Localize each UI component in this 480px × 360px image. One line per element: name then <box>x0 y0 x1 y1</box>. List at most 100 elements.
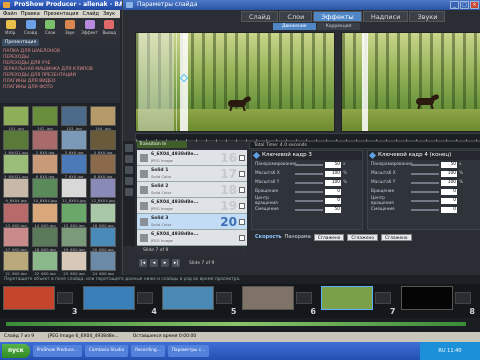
thumbnail[interactable]: 20_6X0.jpg <box>90 226 116 252</box>
param-slider[interactable] <box>411 181 439 184</box>
layer-visible-checkbox[interactable] <box>239 187 245 193</box>
param-value-input[interactable]: 50 <box>325 206 341 213</box>
subtab-1[interactable]: Коррекция <box>316 23 361 30</box>
add-layer-icon[interactable] <box>125 144 133 152</box>
layer-row[interactable]: 6_6X04_4938d8e... JPEG Image <box>137 230 247 246</box>
param-value-input[interactable]: 100 <box>325 170 341 177</box>
thumbnail[interactable]: 102 .jpg <box>32 106 58 131</box>
menu-edit[interactable]: Правка <box>21 10 40 18</box>
layer-visible-checkbox[interactable] <box>239 219 245 225</box>
transition-icon[interactable] <box>375 292 391 304</box>
tab-4[interactable]: Звуки <box>409 11 446 22</box>
layer-up-icon[interactable] <box>125 166 133 174</box>
storyboard-slide[interactable]: 4Slide 4 <box>82 286 160 323</box>
layer-row[interactable]: 6_6X04_4938d8e... JPEG Image 16 <box>137 150 247 166</box>
param-slider[interactable] <box>295 208 323 211</box>
toolbar-button[interactable]: Эффект <box>81 20 99 36</box>
param-slider[interactable] <box>411 199 439 202</box>
toolbar-button[interactable]: Вывод <box>100 20 118 36</box>
param-slider[interactable] <box>295 199 323 202</box>
thumbnail[interactable]: 14_6X0.jpg <box>32 202 58 228</box>
toolbar-button[interactable]: Звук <box>61 20 79 36</box>
param-slider[interactable] <box>295 172 323 175</box>
toolbar-button[interactable]: Избр. <box>2 20 20 36</box>
first-slide-icon[interactable]: |◂ <box>139 259 147 267</box>
param-value-input[interactable]: 0 <box>325 197 341 204</box>
rotate-speed-select[interactable]: Сглажено <box>380 233 412 241</box>
thumbnail[interactable]: 9_6X04.jpg <box>3 178 29 203</box>
param-value-input[interactable]: 0 <box>441 197 457 204</box>
task-camtasia[interactable]: Camtasia Studio <box>84 345 129 357</box>
thumbnail[interactable]: 12_6X04.jpg <box>90 178 116 203</box>
layer-row[interactable]: Solid 2 Solid Color 18 <box>137 182 247 198</box>
param-slider[interactable] <box>295 181 323 184</box>
thumbnail[interactable]: 22_6X0.jpg <box>32 250 58 276</box>
layer-down-icon[interactable] <box>125 177 133 185</box>
thumbnail[interactable]: 7_6X0.jpg <box>61 154 87 179</box>
thumbnail[interactable]: 15_6X0.jpg <box>61 202 87 228</box>
toolbar-button[interactable]: Слои <box>41 20 59 36</box>
menu-show[interactable]: Презентация <box>44 10 79 18</box>
thumbnail[interactable]: 3_6X0.jpg <box>61 130 87 155</box>
storyboard-slide[interactable]: 6Slide 6 <box>241 286 319 323</box>
keyframe-preview-start[interactable] <box>135 32 335 132</box>
thumbnail[interactable]: 17_6X0.jpg <box>3 226 29 252</box>
layer-row[interactable]: 6_6X04_4938d8e... JPEG Image 19 <box>137 198 247 214</box>
tab-1[interactable]: Слои <box>279 11 313 22</box>
thumbnail[interactable]: 103 .jpg <box>61 106 87 131</box>
thumbnail[interactable]: 19_6X0.jpg <box>61 226 87 252</box>
param-slider[interactable] <box>295 190 323 193</box>
toolbar-button[interactable]: Слайд <box>22 20 40 36</box>
maximize-button[interactable]: □ <box>460 1 469 9</box>
storyboard-slide[interactable]: 3Slide 3 <box>3 286 80 323</box>
layer-visible-checkbox[interactable] <box>239 235 245 241</box>
thumbnail[interactable]: 101 .jpg <box>3 106 29 131</box>
pan-speed-select[interactable]: Сглажено <box>313 233 345 241</box>
param-value-input[interactable]: 100 <box>441 170 457 177</box>
play-icon[interactable]: ▸ <box>161 259 169 267</box>
storyboard-slide[interactable]: 7Slide 7 <box>321 286 398 323</box>
thumbnail[interactable]: 21_6X0.jpg <box>3 250 29 276</box>
keyframe-preview-end[interactable] <box>341 32 480 132</box>
transition-icon[interactable] <box>57 292 73 304</box>
param-value-input[interactable]: 0 <box>325 188 341 195</box>
thumbnail[interactable]: 5_6X021.jpg <box>3 154 29 179</box>
param-value-input[interactable]: 100 <box>441 179 457 186</box>
layer-row[interactable]: Solid 3 Solid Color 20 <box>137 214 247 230</box>
transition-icon[interactable] <box>216 292 232 304</box>
thumbnail[interactable]: 13_6X0.jpg <box>3 202 29 228</box>
thumbnail[interactable]: 2_6X0.jpg <box>32 130 58 155</box>
transition-icon[interactable] <box>454 292 471 304</box>
tab-2[interactable]: Эффекты <box>313 11 362 22</box>
thumbnail[interactable]: 16_6X0.jpg <box>90 202 116 228</box>
soundtrack-track[interactable] <box>0 318 480 332</box>
layer-settings-icon[interactable] <box>125 188 133 196</box>
tab-0[interactable]: Слайд <box>241 11 279 22</box>
transition-icon[interactable] <box>295 292 312 304</box>
tab-show[interactable]: Презентация <box>2 39 40 46</box>
param-slider[interactable] <box>411 190 439 193</box>
thumbnail[interactable]: 1_6X021.jpg <box>3 130 29 155</box>
thumbnail[interactable]: 11_6X04.jpg <box>61 178 87 203</box>
tab-3[interactable]: Надписи <box>362 11 409 22</box>
next-slide-icon[interactable]: ▸| <box>172 259 180 267</box>
param-value-input[interactable]: 50 <box>441 161 457 168</box>
thumbnail[interactable]: 4_6X0.jpg <box>90 130 116 155</box>
param-value-input[interactable]: 0 <box>441 206 457 213</box>
subtab-0[interactable]: Движение <box>273 23 316 30</box>
param-slider[interactable] <box>411 163 439 166</box>
menu-slide[interactable]: Слайд <box>83 10 99 18</box>
layer-row[interactable]: Solid 1 Solid Color 17 <box>137 166 247 182</box>
param-slider[interactable] <box>411 208 439 211</box>
param-slider[interactable] <box>411 172 439 175</box>
thumbnail[interactable]: 8_6X0.jpg <box>90 154 116 179</box>
task-recording[interactable]: Recording... <box>131 345 165 357</box>
minimize-button[interactable]: _ <box>450 1 459 9</box>
storyboard-slide[interactable]: 5Slide 5 <box>162 286 239 323</box>
thumbnail[interactable]: 18_6X0.jpg <box>32 226 58 252</box>
prev-slide-icon[interactable]: ◂ <box>150 259 158 267</box>
remove-layer-icon[interactable] <box>125 155 133 163</box>
layer-visible-checkbox[interactable] <box>239 171 245 177</box>
keyframe-timeline[interactable] <box>135 133 480 142</box>
param-value-input[interactable]: 0 <box>441 188 457 195</box>
